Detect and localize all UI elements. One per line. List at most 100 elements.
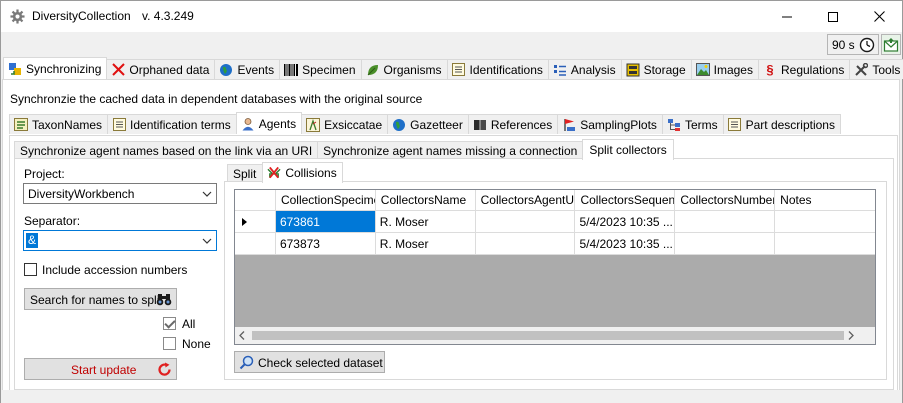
search-names-button[interactable]: Search for names to split bbox=[24, 288, 177, 310]
close-button[interactable] bbox=[856, 1, 902, 32]
tab-label: Exsiccatae bbox=[324, 117, 383, 132]
scrollbar-thumb[interactable] bbox=[252, 331, 844, 340]
table-cell[interactable] bbox=[775, 211, 875, 233]
table-cell[interactable]: 673861 bbox=[275, 211, 376, 233]
tab-exsiccatae[interactable]: Exsiccatae bbox=[301, 114, 389, 134]
tab-identifications[interactable]: Identifications bbox=[446, 59, 549, 79]
split-tab-bar: Split Collisions bbox=[227, 161, 343, 183]
sync-icon bbox=[8, 62, 22, 76]
tab-identification-terms[interactable]: Identification terms bbox=[107, 114, 237, 134]
table-cell[interactable] bbox=[675, 233, 776, 255]
table-cell[interactable]: R. Moser bbox=[375, 233, 476, 255]
row-header[interactable] bbox=[235, 233, 276, 255]
barcode-icon bbox=[284, 63, 299, 77]
main-tab-bar: Synchronizing Orphaned data Events Speci… bbox=[3, 57, 903, 79]
tab-agents[interactable]: Agents bbox=[235, 112, 303, 134]
image-icon bbox=[695, 63, 710, 77]
tab-specimen[interactable]: Specimen bbox=[279, 59, 362, 79]
tab-samplingplots[interactable]: SamplingPlots bbox=[557, 114, 663, 134]
tab-label: Regulations bbox=[780, 62, 845, 77]
project-select[interactable]: DiversityWorkbench bbox=[23, 183, 217, 204]
maximize-button[interactable] bbox=[810, 1, 856, 32]
table-cell[interactable]: 5/4/2023 10:35 ... bbox=[575, 233, 676, 255]
magnifier-icon bbox=[239, 355, 254, 370]
tab-label: Split collectors bbox=[589, 143, 667, 157]
tab-synchronizing[interactable]: Synchronizing bbox=[3, 57, 108, 79]
project-value: DiversityWorkbench bbox=[28, 187, 135, 201]
start-update-button[interactable]: Start update bbox=[24, 358, 177, 380]
column-header[interactable]: CollectionSpecimenID bbox=[275, 190, 376, 211]
tab-part-descriptions[interactable]: Part descriptions bbox=[722, 114, 841, 134]
tab-label: Orphaned data bbox=[129, 62, 210, 77]
check-button-label: Check selected dataset bbox=[258, 356, 383, 370]
column-header[interactable]: CollectorsName bbox=[375, 190, 476, 211]
scroll-right-icon[interactable] bbox=[848, 331, 854, 340]
current-row-indicator-icon bbox=[242, 218, 247, 226]
minimize-icon bbox=[782, 16, 792, 17]
tab-label: Split bbox=[233, 167, 257, 181]
table-cell[interactable]: 5/4/2023 10:35 ... bbox=[575, 211, 676, 233]
tab-label: Storage bbox=[643, 62, 686, 77]
sampling-icon bbox=[562, 118, 576, 132]
minimize-button[interactable] bbox=[764, 1, 810, 32]
maximize-icon bbox=[828, 11, 838, 22]
bottom-margin bbox=[1, 390, 902, 403]
table-cell[interactable] bbox=[475, 211, 576, 233]
agent-icon bbox=[241, 117, 255, 131]
table-cell[interactable] bbox=[775, 233, 875, 255]
tab-gazetteer[interactable]: Gazetteer bbox=[387, 114, 469, 134]
title-bar: DiversityCollection v. 4.3.249 bbox=[1, 1, 902, 32]
tab-tools[interactable]: Tools bbox=[849, 59, 903, 79]
tab-taxonnames[interactable]: TaxonNames bbox=[9, 114, 109, 134]
tab-terms[interactable]: Terms bbox=[661, 114, 724, 134]
column-header[interactable]: CollectorsAgentURI bbox=[475, 190, 576, 211]
paragraph-icon: § bbox=[766, 62, 774, 77]
start-update-label: Start update bbox=[71, 363, 137, 377]
column-header[interactable]: CollectorsSequence bbox=[575, 190, 676, 211]
tab-label: SamplingPlots bbox=[580, 117, 657, 132]
collisions-grid[interactable]: CollectionSpecimenID CollectorsName Coll… bbox=[234, 189, 876, 345]
timer-button[interactable]: 90 s bbox=[827, 34, 879, 55]
tab-analysis[interactable]: Analysis bbox=[547, 59, 622, 79]
tab-references[interactable]: References bbox=[467, 114, 559, 134]
table-row[interactable]: 673861 R. Moser 5/4/2023 10:35 ... bbox=[235, 211, 875, 233]
tab-label: Organisms bbox=[383, 62, 442, 77]
tab-split-collectors[interactable]: Split collectors bbox=[582, 139, 674, 160]
none-label: None bbox=[182, 337, 211, 351]
list-icon bbox=[728, 118, 742, 132]
all-checkbox[interactable] bbox=[163, 317, 176, 330]
tab-regulations[interactable]: § Regulations bbox=[757, 59, 851, 79]
check-selected-dataset-button[interactable]: Check selected dataset bbox=[234, 351, 385, 373]
tab-orphaned-data[interactable]: Orphaned data bbox=[106, 59, 216, 79]
feedback-button[interactable] bbox=[881, 34, 901, 55]
tab-events[interactable]: Events bbox=[214, 59, 281, 79]
separator-select[interactable]: & bbox=[23, 230, 217, 251]
table-cell[interactable] bbox=[675, 211, 776, 233]
tab-organisms[interactable]: Organisms bbox=[360, 59, 448, 79]
tab-label: References bbox=[490, 117, 553, 132]
table-cell[interactable]: R. Moser bbox=[375, 211, 476, 233]
tab-images[interactable]: Images bbox=[690, 59, 759, 79]
none-checkbox[interactable] bbox=[163, 337, 176, 350]
search-button-label: Search for names to split bbox=[30, 293, 163, 307]
column-header[interactable]: CollectorsNumber bbox=[675, 190, 776, 211]
row-header[interactable] bbox=[235, 211, 276, 233]
scroll-left-icon[interactable] bbox=[239, 331, 245, 340]
tab-storage[interactable]: Storage bbox=[620, 59, 692, 79]
taxon-icon bbox=[14, 118, 28, 132]
table-row[interactable]: 673873 R. Moser 5/4/2023 10:35 ... bbox=[235, 233, 875, 255]
top-toolbar: 90 s bbox=[1, 32, 902, 56]
tab-label: Specimen bbox=[302, 62, 356, 77]
column-header[interactable]: Notes bbox=[775, 190, 875, 211]
table-cell[interactable]: 673873 bbox=[275, 233, 376, 255]
table-cell[interactable] bbox=[475, 233, 576, 255]
include-accession-checkbox[interactable] bbox=[24, 263, 37, 276]
app-window: DiversityCollection v. 4.3.249 90 s Sync… bbox=[0, 0, 903, 403]
globe-icon bbox=[392, 118, 406, 132]
leaf-icon bbox=[366, 63, 380, 77]
tab-collisions[interactable]: Collisions bbox=[262, 162, 343, 183]
book-icon bbox=[473, 118, 487, 132]
storage-icon bbox=[626, 63, 640, 77]
horizontal-scrollbar[interactable] bbox=[235, 327, 875, 344]
grid-header: CollectionSpecimenID CollectorsName Coll… bbox=[235, 190, 875, 211]
